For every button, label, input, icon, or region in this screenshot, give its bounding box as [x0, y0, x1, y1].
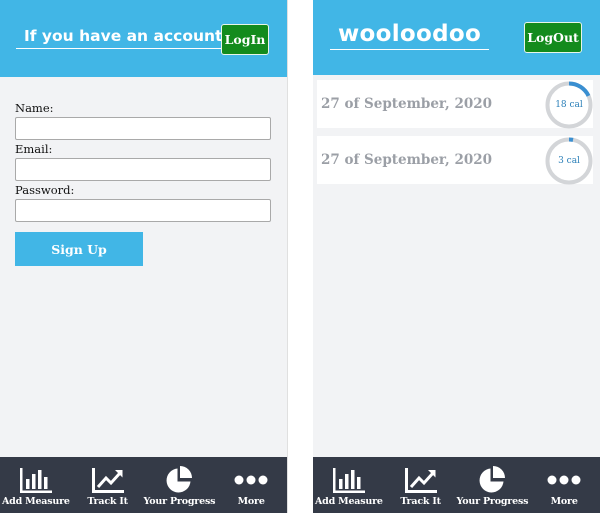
- nav-label: Your Progress: [143, 496, 216, 507]
- nav-label: More: [237, 496, 265, 507]
- entry-date: 27 of September, 2020: [321, 152, 493, 168]
- header-title: If you have an account:: [16, 27, 237, 49]
- entry-card[interactable]: 27 of September, 2020 3 cal: [317, 136, 593, 185]
- nav-label: Track It: [87, 496, 128, 507]
- nav-item-your-progress[interactable]: Your Progress: [143, 457, 215, 513]
- name-label: Name:: [15, 101, 54, 115]
- log-screen: wooloodoo LogOut 27 of September, 2020 1…: [313, 0, 600, 513]
- nav-item-track-it[interactable]: Track It: [72, 457, 144, 513]
- password-label: Password:: [15, 183, 75, 197]
- signup-header: If you have an account: LogIn: [0, 0, 287, 77]
- name-field[interactable]: [15, 117, 271, 140]
- bar-chart-icon: [19, 464, 53, 496]
- password-field[interactable]: [15, 199, 271, 222]
- email-label: Email:: [15, 142, 53, 156]
- pie-chart-icon: [164, 464, 194, 496]
- app-title: wooloodoo: [330, 21, 490, 50]
- pie-chart-icon: [477, 464, 507, 496]
- nav-label: Track It: [400, 496, 441, 507]
- nav-item-track-it[interactable]: Track It: [385, 457, 457, 513]
- log-header: wooloodoo LogOut: [313, 0, 600, 75]
- calorie-value: 3 cal: [558, 156, 580, 166]
- signup-screen: If you have an account: LogIn Name: Emai…: [0, 0, 288, 513]
- bottom-nav: Add Measure Track It Your Progress More: [0, 457, 287, 513]
- nav-item-more[interactable]: More: [215, 457, 287, 513]
- nav-item-your-progress[interactable]: Your Progress: [456, 457, 528, 513]
- trend-line-icon: [91, 464, 125, 496]
- nav-item-add-measure[interactable]: Add Measure: [0, 457, 72, 513]
- nav-label: More: [550, 496, 578, 507]
- entry-date: 27 of September, 2020: [321, 96, 493, 112]
- nav-label: Your Progress: [456, 496, 529, 507]
- more-dots-icon: [234, 464, 268, 496]
- trend-line-icon: [404, 464, 438, 496]
- calorie-value: 18 cal: [555, 100, 583, 110]
- nav-item-more[interactable]: More: [528, 457, 600, 513]
- signup-form: Name: Email: Password:: [15, 101, 271, 224]
- more-dots-icon: [547, 464, 581, 496]
- entry-card[interactable]: 27 of September, 2020 18 cal: [317, 80, 593, 129]
- email-field[interactable]: [15, 158, 271, 181]
- logout-button[interactable]: LogOut: [524, 22, 582, 53]
- nav-item-add-measure[interactable]: Add Measure: [313, 457, 385, 513]
- nav-label: Add Measure: [1, 496, 70, 507]
- bar-chart-icon: [332, 464, 366, 496]
- bottom-nav: Add Measure Track It Your Progress More: [313, 457, 600, 513]
- nav-label: Add Measure: [314, 496, 383, 507]
- signup-button[interactable]: Sign Up: [15, 232, 143, 266]
- login-button[interactable]: LogIn: [221, 24, 269, 55]
